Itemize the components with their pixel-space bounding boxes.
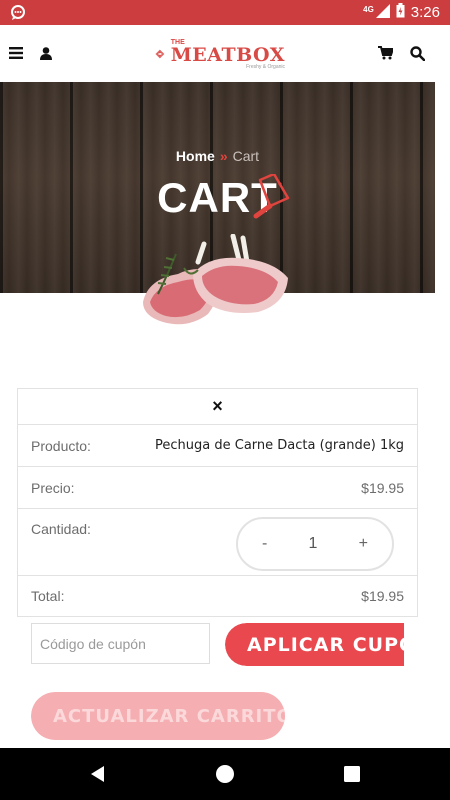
product-label: Producto:	[31, 438, 91, 454]
recents-icon[interactable]	[342, 764, 362, 784]
user-icon[interactable]	[36, 43, 56, 63]
clock: 3:26	[410, 4, 440, 21]
breadcrumb-current: Cart	[232, 148, 260, 164]
app-header: THE MEATBOX Freshy & Organic	[0, 25, 450, 82]
breadcrumb-separator: »	[219, 148, 228, 164]
battery-icon	[396, 3, 405, 22]
total-label: Total:	[31, 588, 65, 604]
quantity-increase-button[interactable]: +	[359, 535, 368, 553]
cleaver-icon	[253, 174, 290, 219]
apply-coupon-button-wrap: APLICAR CUPÓN	[225, 623, 404, 666]
quantity-stepper: - 1 +	[236, 517, 394, 571]
search-icon[interactable]	[407, 43, 427, 63]
hamburger-icon[interactable]	[6, 43, 26, 63]
cart-icon[interactable]	[375, 43, 395, 63]
apply-coupon-button[interactable]: APLICAR CUPÓN	[225, 623, 404, 666]
status-bar: 4G 3:26	[0, 0, 450, 25]
update-cart-button[interactable]: ACTUALIZAR CARRITO	[31, 692, 285, 740]
price-value: $19.95	[361, 480, 404, 496]
breadcrumb-home-link[interactable]: Home	[176, 148, 215, 164]
meat-illustration	[143, 234, 288, 325]
quantity-decrease-button[interactable]: -	[262, 535, 267, 553]
app-screen: 4G 3:26 THE MEATBOX Freshy & Organic Hom…	[0, 0, 450, 800]
cart-table: × Producto: Pechuga de Carne Dacta (gran…	[17, 388, 418, 617]
cart-row-remove: ×	[18, 389, 417, 425]
page-title: CART	[157, 174, 278, 221]
price-label: Precio:	[31, 480, 75, 496]
cart-row-quantity: Cantidad: - 1 +	[18, 509, 417, 576]
remove-item-button[interactable]: ×	[212, 396, 223, 417]
logo-name: MEATBOX	[170, 43, 285, 66]
notification-icon	[10, 4, 26, 21]
cart-row-total: Total: $19.95	[18, 576, 417, 616]
quantity-label: Cantidad:	[31, 521, 91, 537]
logo-mark-icon	[155, 49, 165, 59]
coupon-code-input[interactable]	[31, 623, 210, 664]
back-icon[interactable]	[88, 764, 108, 784]
brand-logo[interactable]: THE MEATBOX Freshy & Organic	[155, 30, 285, 78]
system-nav-bar	[0, 748, 450, 800]
network-type: 4G	[363, 5, 374, 14]
cart-row-price: Precio: $19.95	[18, 467, 417, 509]
update-cart-button-wrap: ACTUALIZAR CARRITO	[31, 692, 285, 740]
cart-row-product: Producto: Pechuga de Carne Dacta (grande…	[18, 425, 417, 467]
breadcrumb: Home» Cart	[0, 148, 435, 164]
product-name-link[interactable]: Pechuga de Carne Dacta (grande) 1kg	[155, 438, 404, 453]
quantity-value[interactable]: 1	[309, 535, 318, 553]
home-icon[interactable]	[215, 764, 235, 784]
signal-icon	[375, 3, 390, 22]
total-value: $19.95	[361, 588, 404, 604]
